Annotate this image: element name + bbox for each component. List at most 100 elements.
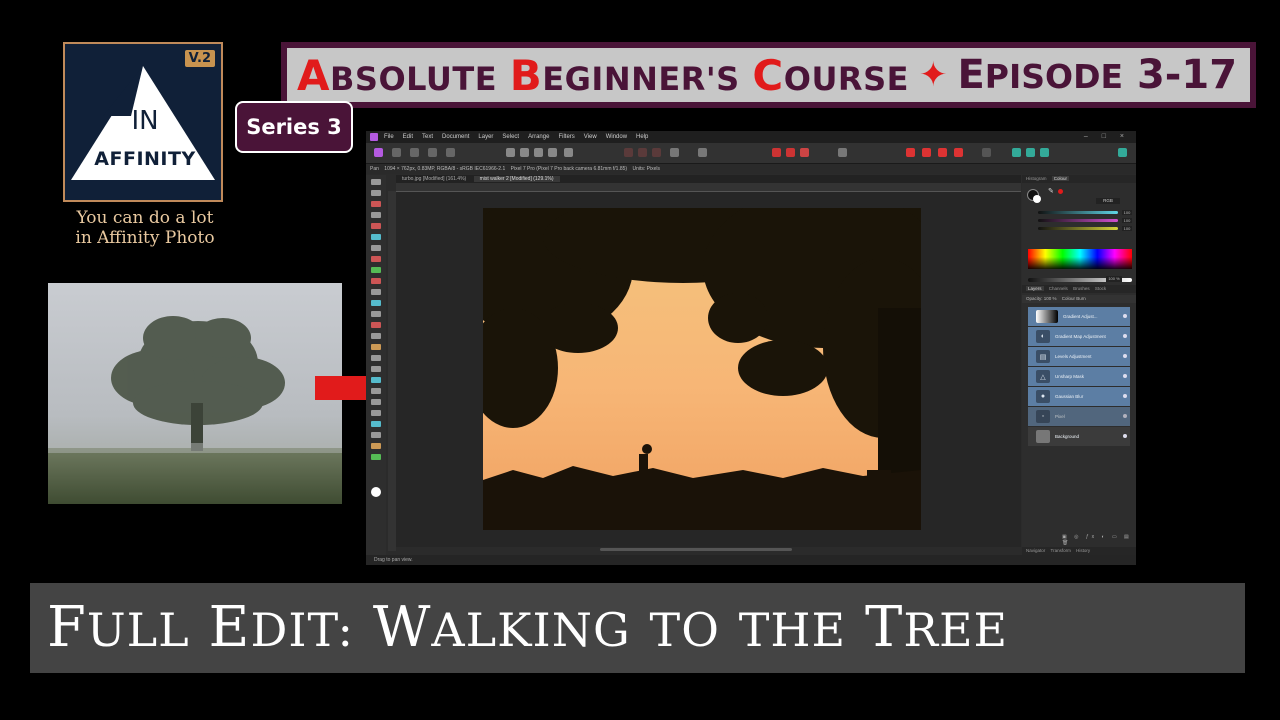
dodge-tool-icon[interactable] <box>371 289 381 295</box>
tone-mapping-persona-icon[interactable] <box>428 148 437 157</box>
selection-mode-3-icon[interactable] <box>652 148 661 157</box>
layer-row[interactable]: ● Gaussian Blur <box>1028 387 1130 406</box>
ctx-units-select[interactable]: Units: Pixels <box>632 166 660 172</box>
move-tool-icon[interactable] <box>371 179 381 185</box>
boolean-subtract-icon[interactable] <box>1026 148 1035 157</box>
export-persona-icon[interactable] <box>446 148 455 157</box>
color-picker-tool-icon[interactable] <box>371 201 381 207</box>
healing-tool-icon[interactable] <box>371 333 381 339</box>
flood-select-tool-icon[interactable] <box>371 234 381 240</box>
sponge-tool-icon[interactable] <box>371 311 381 317</box>
blur-brush-tool-icon[interactable] <box>371 366 381 372</box>
boolean-add-icon[interactable] <box>1012 148 1021 157</box>
tab-navigator[interactable]: Navigator <box>1026 548 1045 553</box>
tab-brushes[interactable]: Brushes <box>1073 286 1090 291</box>
mask-icon[interactable] <box>800 148 809 157</box>
tab-layers[interactable]: Layers <box>1026 286 1044 291</box>
layer-row[interactable]: Gradient Adjust... <box>1028 307 1130 326</box>
shape-tool-icon[interactable] <box>371 399 381 405</box>
doc-tab-turbo[interactable]: turbo.jpg [Modified] (161.4%) <box>396 176 472 182</box>
visibility-checkbox[interactable] <box>1123 394 1127 398</box>
liquify-persona-icon[interactable] <box>392 148 401 157</box>
r-value[interactable]: 100 <box>1122 210 1132 215</box>
smudge-tool-icon[interactable] <box>371 355 381 361</box>
view-mode-icon[interactable] <box>698 148 707 157</box>
menu-help[interactable]: Help <box>636 134 648 140</box>
zoom-tool-icon[interactable] <box>371 421 381 427</box>
visibility-checkbox[interactable] <box>1123 334 1127 338</box>
r-slider[interactable] <box>1038 211 1118 214</box>
visibility-checkbox[interactable] <box>1123 374 1127 378</box>
tab-stock[interactable]: Stock <box>1095 286 1106 291</box>
clone-tool-icon[interactable] <box>371 322 381 328</box>
assistant-icon[interactable] <box>838 148 847 157</box>
b-value[interactable]: 100 <box>1122 226 1132 231</box>
mesh-warp-tool-icon[interactable] <box>371 432 381 438</box>
marquee-tool-icon[interactable] <box>371 245 381 251</box>
b-slider[interactable] <box>1038 227 1118 230</box>
horizontal-scrollbar[interactable] <box>600 548 792 551</box>
menu-file[interactable]: File <box>384 134 394 140</box>
snapping-icon[interactable] <box>670 148 679 157</box>
tab-histogram[interactable]: Histogram <box>1026 176 1047 181</box>
arrange-2-icon[interactable] <box>922 148 931 157</box>
crop-tool-icon[interactable] <box>371 212 381 218</box>
visibility-checkbox[interactable] <box>1123 354 1127 358</box>
doc-tab-mist-walker[interactable]: mist walker 2 [Modified] (129.1%) <box>473 176 560 182</box>
view-tool-icon[interactable] <box>371 190 381 196</box>
photo-persona-icon[interactable] <box>374 148 383 157</box>
arrange-4-icon[interactable] <box>954 148 963 157</box>
canvas-area[interactable] <box>396 188 1021 547</box>
menu-text[interactable]: Text <box>422 134 433 140</box>
visibility-checkbox[interactable] <box>1123 414 1127 418</box>
layer-row[interactable]: ▫ Pixel <box>1028 407 1130 426</box>
window-controls[interactable]: – □ × <box>1084 133 1130 140</box>
auto-levels-icon[interactable] <box>506 148 515 157</box>
erase-brush-tool-icon[interactable] <box>371 267 381 273</box>
user-account-icon[interactable] <box>1118 148 1127 157</box>
layer-row[interactable]: ◐ Gradient Map Adjustment <box>1028 327 1130 346</box>
menu-arrange[interactable]: Arrange <box>528 134 549 140</box>
colour-spectrum[interactable] <box>1028 249 1132 269</box>
develop-persona-icon[interactable] <box>410 148 419 157</box>
blemish-tool-icon[interactable] <box>371 344 381 350</box>
fill-tool-icon[interactable] <box>371 278 381 284</box>
auto-tone-icon[interactable] <box>564 148 573 157</box>
pen-tool-icon[interactable] <box>371 377 381 383</box>
menu-select[interactable]: Select <box>502 134 519 140</box>
arrange-1-icon[interactable] <box>906 148 915 157</box>
tab-history[interactable]: History <box>1076 548 1090 553</box>
blend-mode-select[interactable]: Colour Burn <box>1062 296 1086 301</box>
g-value[interactable]: 100 <box>1122 218 1132 223</box>
red-eye-tool-icon[interactable] <box>371 454 381 460</box>
gradient-tool-icon[interactable] <box>371 443 381 449</box>
tab-colour[interactable]: Colour <box>1051 176 1070 181</box>
visibility-checkbox[interactable] <box>1123 314 1127 318</box>
auto-white-balance-icon[interactable] <box>548 148 557 157</box>
layer-row[interactable]: Background <box>1028 427 1130 446</box>
selection-mode-1-icon[interactable] <box>624 148 633 157</box>
auto-colours-icon[interactable] <box>534 148 543 157</box>
selection-mode-2-icon[interactable] <box>638 148 647 157</box>
tab-transform[interactable]: Transform <box>1051 548 1071 553</box>
boolean-intersect-icon[interactable] <box>1040 148 1049 157</box>
tab-channels[interactable]: Channels <box>1049 286 1068 291</box>
menu-filters[interactable]: Filters <box>558 134 574 140</box>
arrange-3-icon[interactable] <box>938 148 947 157</box>
foreground-colour-swatch[interactable] <box>371 487 381 497</box>
eyedropper-icon[interactable]: ✎ <box>1048 188 1058 195</box>
layer-tools-row[interactable]: ▣ ◎ ƒx ◐ ▭ ▤ 🗑 <box>1062 534 1136 546</box>
layer-opacity[interactable]: Opacity: 100 % <box>1026 296 1057 301</box>
menu-layer[interactable]: Layer <box>478 134 493 140</box>
menu-view[interactable]: View <box>584 134 597 140</box>
selection-brush-tool-icon[interactable] <box>371 223 381 229</box>
menu-window[interactable]: Window <box>606 134 627 140</box>
secondary-colour-swatch[interactable] <box>1033 195 1041 203</box>
colour-mode-select[interactable]: RGB <box>1096 198 1120 204</box>
menu-edit[interactable]: Edit <box>403 134 413 140</box>
layer-row[interactable]: ▤ Levels Adjustment <box>1028 347 1130 366</box>
text-tool-icon[interactable] <box>371 410 381 416</box>
menu-document[interactable]: Document <box>442 134 469 140</box>
paint-brush-tool-icon[interactable] <box>371 256 381 262</box>
node-tool-icon[interactable] <box>371 388 381 394</box>
